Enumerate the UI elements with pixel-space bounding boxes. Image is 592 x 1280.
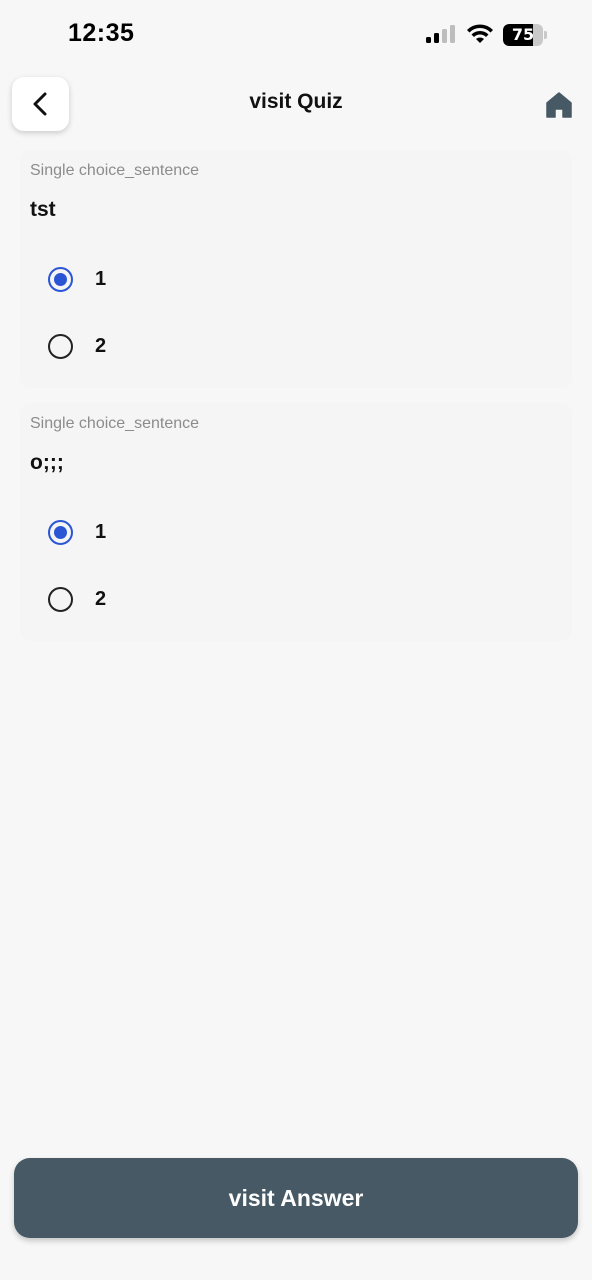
radio-button[interactable] <box>48 586 73 612</box>
answer-option[interactable]: 1 <box>48 514 348 550</box>
wifi-icon <box>467 24 493 43</box>
status-time: 12:35 <box>68 19 135 47</box>
option-label: 2 <box>95 587 107 610</box>
answer-option[interactable]: 2 <box>48 328 348 364</box>
home-icon <box>546 92 572 118</box>
question-text: o;;; <box>30 451 64 474</box>
quiz-screen: 12:35 75 visit Quiz Single choice_senten… <box>0 0 592 1280</box>
battery-percent: 75 <box>511 25 535 44</box>
answer-option[interactable]: 2 <box>48 581 348 617</box>
option-label: 2 <box>95 334 107 357</box>
question-card: Single choice_sentence tst 1 2 <box>20 150 572 388</box>
home-button[interactable] <box>544 90 574 120</box>
chevron-left-icon <box>33 92 46 116</box>
page-title: visit Quiz <box>249 90 343 113</box>
back-button[interactable] <box>12 77 69 131</box>
radio-button[interactable] <box>48 333 73 359</box>
status-bar: 12:35 75 <box>0 0 592 70</box>
option-label: 1 <box>95 267 107 290</box>
battery-indicator: 75 <box>503 24 547 46</box>
radio-button-selected[interactable] <box>48 519 73 545</box>
question-card: Single choice_sentence o;;; 1 2 <box>20 403 572 641</box>
answer-option[interactable]: 1 <box>48 261 348 297</box>
radio-button-selected[interactable] <box>48 266 73 292</box>
cellular-signal-icon <box>426 25 455 43</box>
question-type-label: Single choice_sentence <box>30 415 200 432</box>
option-label: 1 <box>95 520 107 543</box>
question-text: tst <box>30 198 56 221</box>
question-type-label: Single choice_sentence <box>30 162 200 179</box>
submit-answer-button[interactable]: visit Answer <box>14 1158 578 1238</box>
